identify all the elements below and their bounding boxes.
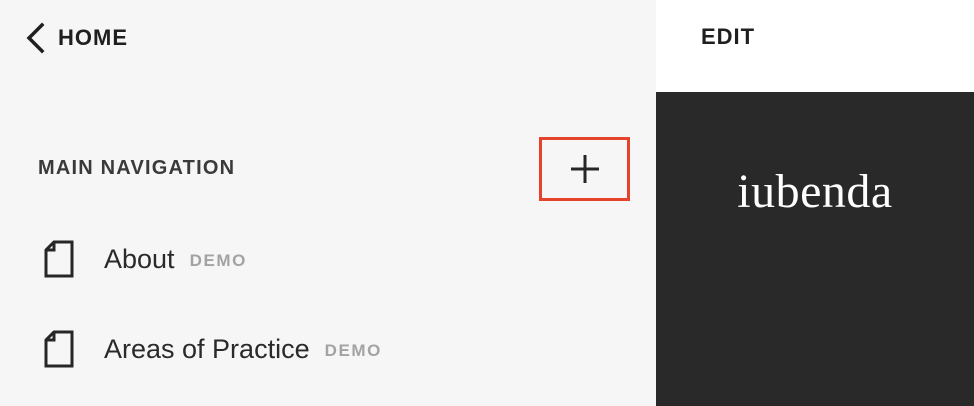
add-page-button[interactable] xyxy=(539,137,630,201)
nav-item-about[interactable]: About DEMO xyxy=(44,239,247,279)
plus-icon xyxy=(570,155,599,183)
preview-panel: EDIT iubenda xyxy=(656,0,974,406)
page-icon xyxy=(44,330,74,368)
page-icon xyxy=(44,240,74,278)
sidebar-panel: HOME MAIN NAVIGATION About DEMO Areas of… xyxy=(0,0,656,406)
back-home-link[interactable]: HOME xyxy=(24,22,128,54)
demo-badge: DEMO xyxy=(189,251,247,270)
demo-badge: DEMO xyxy=(324,341,382,360)
edit-bar: EDIT xyxy=(656,0,974,92)
brand-logo: iubenda xyxy=(737,165,893,218)
site-preview[interactable]: iubenda xyxy=(656,92,974,406)
back-home-label: HOME xyxy=(58,25,128,50)
nav-item-label: About xyxy=(104,243,175,274)
edit-button[interactable]: EDIT xyxy=(701,24,755,50)
nav-item-areas-of-practice[interactable]: Areas of Practice DEMO xyxy=(44,329,382,369)
chevron-left-icon xyxy=(26,22,45,54)
nav-item-label: Areas of Practice xyxy=(104,333,310,364)
section-title: MAIN NAVIGATION xyxy=(38,157,236,179)
